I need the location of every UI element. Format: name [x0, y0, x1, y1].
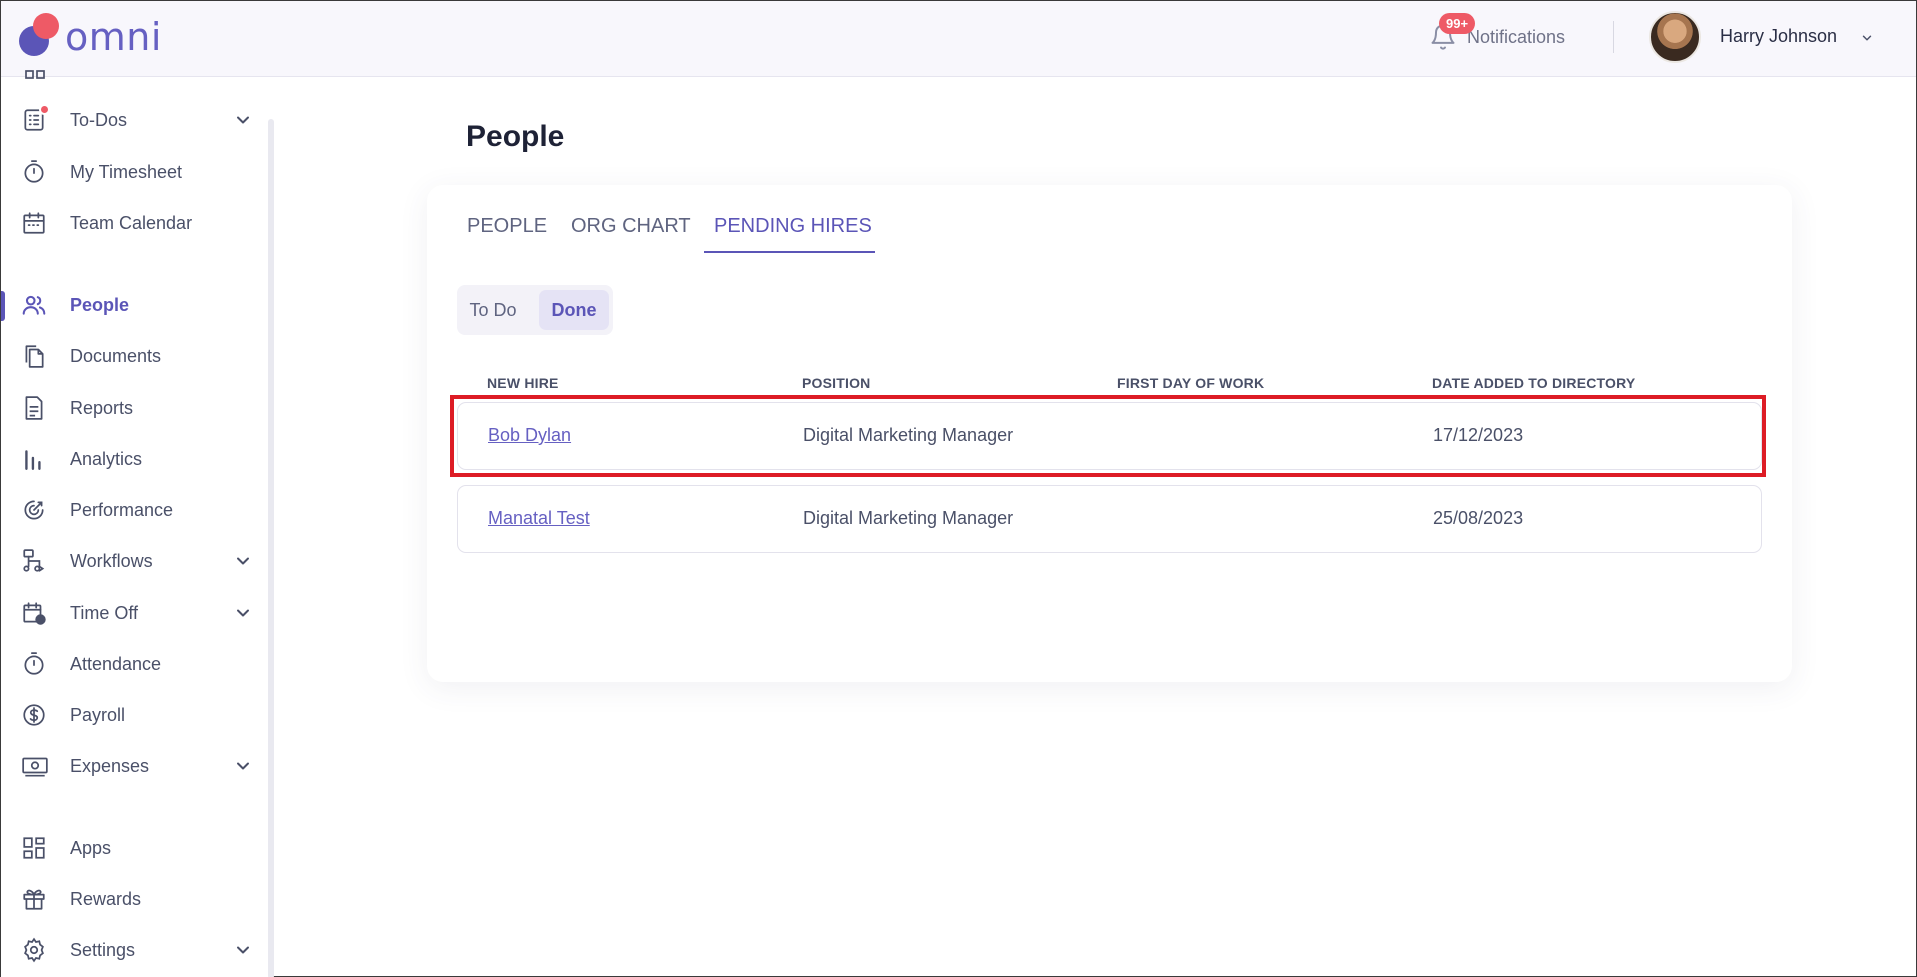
dollar-circle-icon [21, 702, 47, 728]
chevron-down-icon[interactable] [233, 756, 253, 776]
sidebar-item-label: Documents [70, 345, 162, 366]
highlight-box [450, 395, 1766, 477]
apps-grid-icon [21, 835, 47, 861]
chevron-down-icon[interactable] [233, 603, 253, 623]
todo-alert-dot [39, 104, 50, 115]
sidebar-item-analytics[interactable]: Analytics [1, 437, 263, 481]
sidebar-item-label: Workflows [70, 550, 153, 571]
people-icon [21, 292, 47, 318]
sidebar-item-apps[interactable]: Apps [1, 826, 263, 870]
stopwatch-icon [21, 159, 47, 185]
position-cell: Digital Marketing Manager [803, 508, 1014, 528]
sidebar-item-label: Settings [70, 939, 136, 960]
user-avatar[interactable] [1649, 11, 1701, 63]
sidebar-item-workflows[interactable]: Workflows [1, 539, 263, 583]
user-menu-chevron-icon[interactable] [1854, 25, 1880, 51]
top-bar: omni 99+ Notifications Harry Johnson [1, 1, 1916, 77]
notifications-button[interactable]: 99+ Notifications [1429, 13, 1566, 55]
active-indicator [1, 291, 5, 321]
sidebar-item-label: People [70, 294, 130, 315]
report-icon [21, 395, 47, 421]
calendar-icon [21, 210, 47, 236]
sidebar-item-team-calendar[interactable]: Team Calendar [1, 201, 263, 245]
logo-text: omni [65, 15, 162, 59]
sidebar-item-label: Analytics [70, 448, 143, 469]
tab-org-chart[interactable]: ORG CHART [571, 215, 691, 238]
bell-icon: 99+ [1429, 13, 1476, 51]
sidebar-item-expenses[interactable]: Expenses [1, 744, 263, 788]
omni-logo[interactable]: omni [19, 13, 162, 59]
chevron-down-icon[interactable] [233, 940, 253, 960]
sidebar-item-label: Team Calendar [70, 212, 193, 233]
sidebar-item-reports[interactable]: Reports [1, 386, 263, 430]
table-row[interactable]: Manatal Test Digital Marketing Manager 2… [457, 485, 1762, 553]
sidebar-item-people[interactable]: People [1, 283, 263, 327]
sidebar-item-time-off[interactable]: Time Off [1, 591, 263, 635]
sidebar-item-rewards[interactable]: Rewards [1, 877, 263, 921]
target-icon [21, 497, 47, 523]
notification-count-badge: 99+ [1439, 13, 1476, 34]
stopwatch-icon [21, 651, 47, 677]
workflow-icon [21, 548, 47, 574]
page-title: People [466, 120, 565, 153]
logo-mark-icon [19, 13, 59, 59]
sidebar-item-payroll[interactable]: Payroll [1, 693, 263, 737]
gift-icon [21, 886, 47, 912]
tab-pending-hires[interactable]: PENDING HIRES [714, 215, 872, 238]
cash-icon [21, 753, 48, 779]
bar-chart-icon [21, 446, 47, 472]
sidebar-item-label: To-Dos [70, 109, 128, 130]
todo-toggle-button[interactable]: To Do [462, 290, 524, 330]
notifications-label: Notifications [1467, 26, 1566, 47]
documents-icon [21, 343, 47, 369]
chevron-down-icon[interactable] [233, 110, 253, 130]
sidebar-item-performance[interactable]: Performance [1, 488, 263, 532]
sidebar-item-my-timesheet[interactable]: My Timesheet [1, 150, 263, 194]
chevron-down-icon[interactable] [233, 551, 253, 571]
sidebar-item-label: Rewards [70, 888, 142, 909]
user-name[interactable]: Harry Johnson [1720, 26, 1837, 47]
column-header-position: POSITION [802, 375, 871, 391]
dashboard-icon [25, 70, 45, 79]
active-tab-underline [704, 251, 875, 253]
sidebar-item-todos[interactable]: To-Dos [1, 98, 263, 142]
sidebar-item-label: Apps [70, 837, 112, 858]
sidebar-item-label: My Timesheet [70, 161, 183, 182]
column-header-date-added: DATE ADDED TO DIRECTORY [1432, 375, 1636, 391]
column-header-first-day: FIRST DAY OF WORK [1117, 375, 1265, 391]
sidebar: To-Dos My Timesheet Team Calendar People… [1, 70, 271, 977]
done-toggle-button[interactable]: Done [539, 290, 609, 330]
sidebar-item-label: Attendance [70, 653, 162, 674]
gear-icon [21, 937, 47, 963]
sidebar-item-label: Time Off [70, 602, 139, 623]
sidebar-item-label: Reports [70, 397, 134, 418]
sidebar-item-documents[interactable]: Documents [1, 334, 263, 378]
column-header-new-hire: NEW HIRE [487, 375, 559, 391]
sidebar-item-settings[interactable]: Settings [1, 928, 263, 972]
status-toggle: To Do Done [457, 285, 613, 335]
tab-people[interactable]: PEOPLE [467, 215, 547, 238]
sidebar-item-label: Payroll [70, 704, 126, 725]
sidebar-scrollbar[interactable] [268, 119, 274, 977]
date-added-cell: 25/08/2023 [1433, 508, 1524, 528]
sidebar-item-label: Performance [70, 499, 174, 520]
new-hire-link[interactable]: Manatal Test [488, 508, 590, 529]
calendar-clock-icon [21, 600, 47, 626]
sidebar-item-attendance[interactable]: Attendance [1, 642, 263, 686]
sidebar-item-label: Expenses [70, 755, 150, 776]
header-divider [1613, 21, 1614, 53]
